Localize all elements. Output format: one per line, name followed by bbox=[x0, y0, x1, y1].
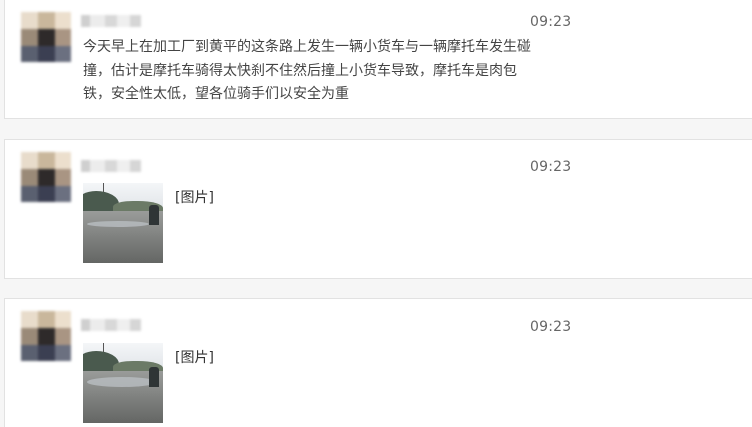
message-time: 09:23 bbox=[530, 159, 572, 175]
avatar[interactable] bbox=[21, 152, 71, 202]
message-card: 09:23 今天早上在加工厂到黄平的这条路上发生一辆小货车与一辆摩托车发生碰撞，… bbox=[4, 0, 752, 119]
avatar[interactable] bbox=[21, 311, 71, 361]
message-text: 今天早上在加工厂到黄平的这条路上发生一辆小货车与一辆摩托车发生碰撞，估计是摩托车… bbox=[83, 39, 531, 102]
message-time: 09:23 bbox=[530, 14, 572, 30]
sender-name-blurred bbox=[81, 160, 141, 172]
photo-thumbnail[interactable] bbox=[83, 183, 163, 263]
message-card: 09:23 [图片] bbox=[4, 139, 752, 279]
message-time: 09:23 bbox=[530, 319, 572, 335]
avatar[interactable] bbox=[21, 12, 71, 62]
sender-name-blurred bbox=[81, 15, 141, 27]
message-card: 09:23 [图片] bbox=[4, 298, 752, 427]
image-label: [图片] bbox=[175, 350, 214, 366]
image-label: [图片] bbox=[175, 190, 214, 206]
photo-thumbnail[interactable] bbox=[83, 343, 163, 423]
message-feed: 09:23 今天早上在加工厂到黄平的这条路上发生一辆小货车与一辆摩托车发生碰撞，… bbox=[0, 0, 752, 427]
sender-name-blurred bbox=[81, 319, 141, 331]
